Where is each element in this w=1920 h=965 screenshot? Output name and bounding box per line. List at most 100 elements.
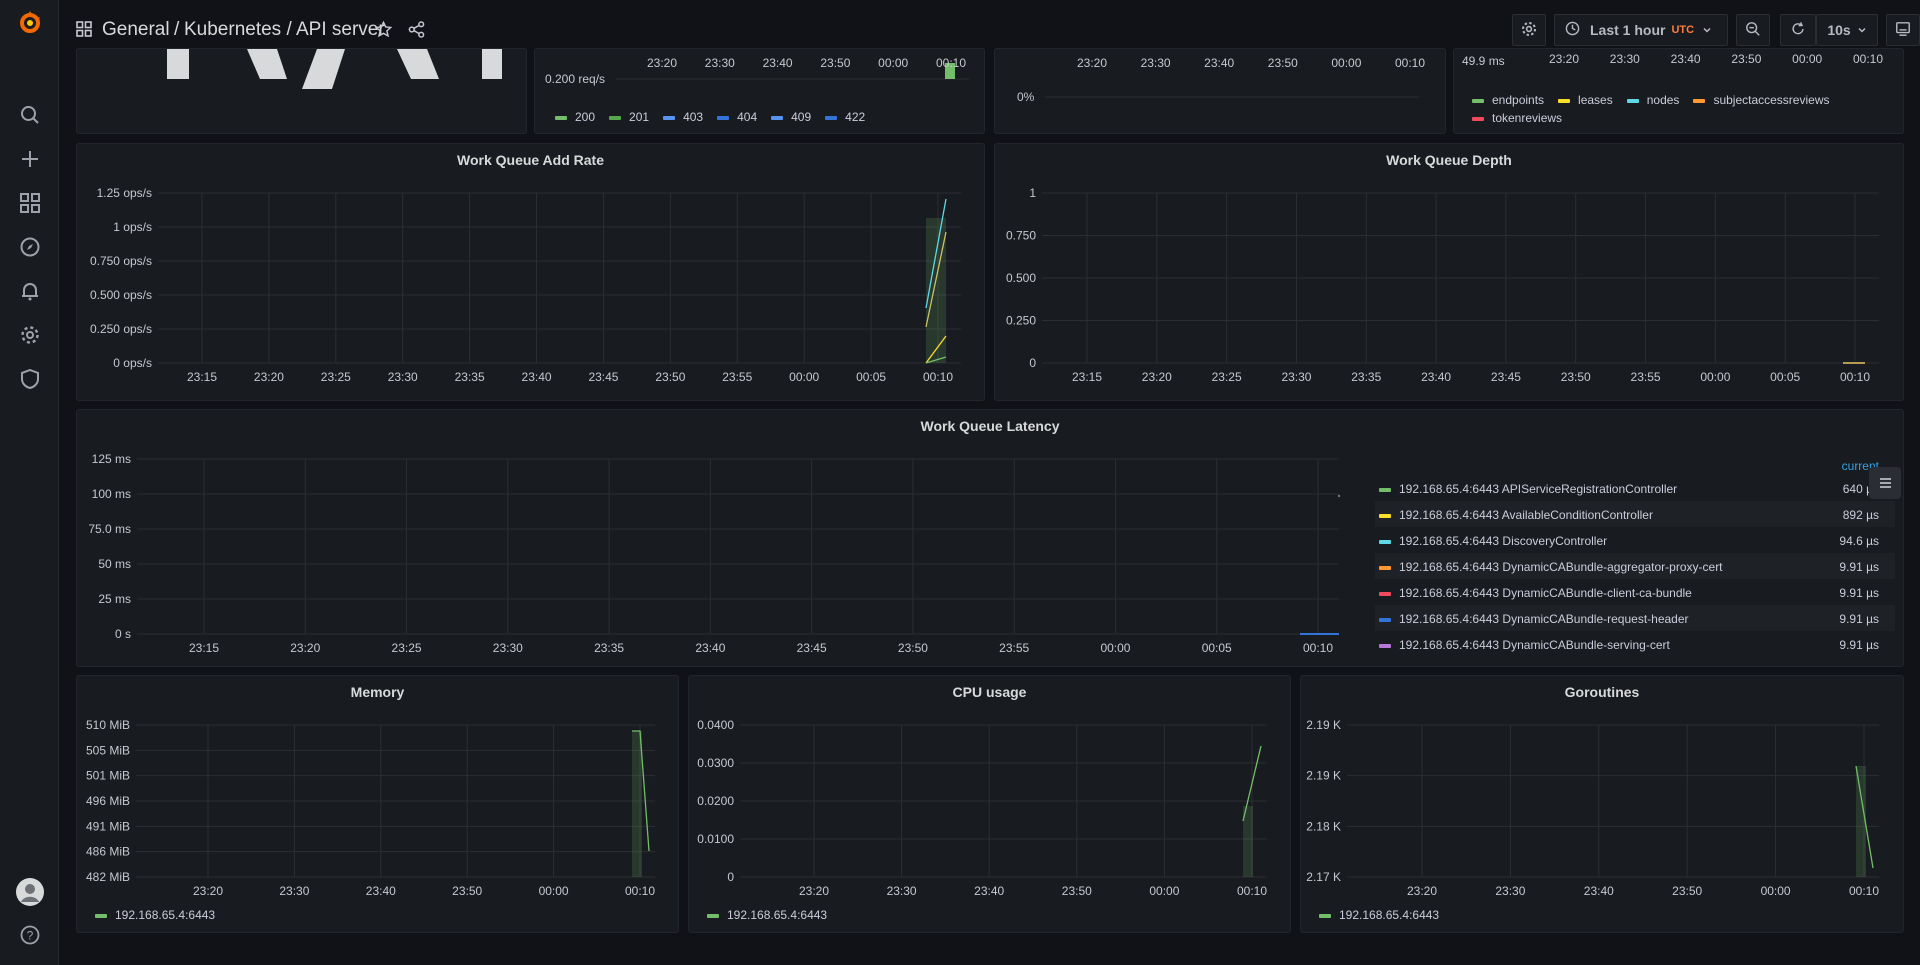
help-icon[interactable]: ?	[15, 920, 45, 950]
legend-current-value: 9.91 µs	[1839, 612, 1879, 626]
panel-latency-by-resource[interactable]: 49.9 ms 23:20 23:30 23:40 23:50 00:00 00:10 e…	[1453, 48, 1904, 134]
y-tick-label: 0.250	[1006, 314, 1036, 328]
y-tick-label: 0 ops/s	[113, 356, 152, 370]
legend-item[interactable]: leases	[1558, 91, 1613, 109]
x-tick-label: 23:40	[974, 884, 1004, 898]
y-tick-label: 0.200 req/s	[545, 72, 605, 86]
legend-item[interactable]: 404	[717, 110, 757, 124]
share-icon[interactable]	[408, 21, 425, 43]
legend-item[interactable]: endpoints	[1472, 91, 1544, 109]
legend-series-name: 192.168.65.4:6443	[115, 908, 216, 922]
dashboard-settings-button[interactable]	[1512, 14, 1546, 46]
panel-work-queue-add-rate[interactable]: Work Queue Add Rate 1.25 ops/s 1 ops/s 0.7…	[76, 143, 985, 401]
panel-memory[interactable]: Memory 510 MiB 505 MiB 501 MiB 496 MiB 491 M…	[76, 675, 679, 933]
zoom-out-icon	[1745, 21, 1761, 40]
legend-toggle-icon[interactable]	[1869, 467, 1901, 499]
refresh-interval-label: 10s	[1827, 22, 1851, 38]
x-tick-label: 23:55	[1631, 370, 1661, 384]
server-admin-shield-icon[interactable]	[15, 364, 45, 394]
legend-series-name: 422	[845, 110, 866, 124]
panel-availability-stat[interactable]	[76, 48, 527, 134]
legend-current-value: 94.6 µs	[1839, 534, 1879, 548]
legend-row[interactable]: 192.168.65.4:6443 AvailableConditionCont…	[1375, 501, 1895, 527]
legend-item[interactable]: 409	[771, 110, 811, 124]
y-tick-label: 0.500 ops/s	[90, 288, 152, 302]
legend-row[interactable]: 192.168.65.4:6443 DynamicCABundle-client…	[1375, 579, 1895, 605]
x-tick-label: 00:10	[1237, 884, 1267, 898]
legend-series-name: nodes	[1646, 93, 1680, 107]
dashboards-icon[interactable]	[15, 188, 45, 218]
panel-work-queue-latency[interactable]: Work Queue Latency 125 ms 100 ms 75.0 ms 50…	[76, 409, 1904, 667]
legend-item[interactable]: 422	[825, 110, 865, 124]
zoom-out-button[interactable]	[1736, 14, 1770, 46]
x-tick-label: 23:15	[1072, 370, 1102, 384]
y-tick-label: 1	[1029, 186, 1036, 200]
legend-row[interactable]: 192.168.65.4:6443 DynamicCABundle-aggreg…	[1375, 553, 1895, 579]
x-tick-label: 23:25	[392, 641, 422, 655]
legend-series-name: 192.168.65.4:6443 DynamicCABundle-reques…	[1399, 612, 1689, 626]
dashboard-title[interactable]: Kubernetes / API server	[184, 19, 385, 41]
legend-row[interactable]: 192.168.65.4:6443 DynamicCABundle-reques…	[1375, 605, 1895, 631]
legend-goroutines: 192.168.65.4:6443	[1319, 908, 1439, 922]
legend-row[interactable]: 192.168.65.4:6443 APIServiceRegistration…	[1375, 475, 1895, 501]
x-tick-label: 23:20	[799, 884, 829, 898]
x-tick-label: 23:40	[1671, 52, 1701, 66]
x-tick-label: 00:10	[1849, 884, 1879, 898]
cycle-view-mode-button[interactable]	[1886, 14, 1920, 46]
refresh-button[interactable]	[1780, 14, 1816, 46]
panel-work-queue-depth[interactable]: Work Queue Depth 1 0.750 0.500 0.250 0 23:15 2…	[994, 143, 1904, 401]
legend-swatch	[1693, 98, 1706, 103]
legend-swatch	[1379, 513, 1391, 518]
x-tick-label: 23:30	[887, 884, 917, 898]
legend-swatch	[825, 115, 838, 120]
legend-item[interactable]: nodes	[1626, 91, 1680, 109]
legend-series-name: 403	[683, 110, 704, 124]
grafana-logo-icon[interactable]	[15, 8, 45, 38]
refresh-icon	[1790, 21, 1806, 40]
y-tick-label: 75.0 ms	[88, 522, 131, 536]
breadcrumb-folder[interactable]: General	[102, 19, 170, 41]
explore-compass-icon[interactable]	[15, 232, 45, 262]
y-tick-label: 0%	[1017, 90, 1035, 104]
legend-series-name: 192.168.65.4:6443	[1339, 908, 1440, 922]
legend-item[interactable]: tokenreviews	[1472, 109, 1562, 127]
plus-icon[interactable]	[15, 144, 45, 174]
legend-item[interactable]: 200	[555, 110, 595, 124]
x-tick-label: 00:10	[625, 884, 655, 898]
alerting-bell-icon[interactable]	[15, 276, 45, 306]
legend-series-name: subjectaccessreviews	[1713, 93, 1830, 107]
x-tick-label: 00:05	[856, 370, 886, 384]
panel-percent[interactable]: 0% 23:20 23:30 23:40 23:50 00:00 00:10	[994, 48, 1446, 134]
legend-series-name: 192.168.65.4:6443 DynamicCABundle-client…	[1399, 586, 1692, 600]
refresh-interval-picker[interactable]: 10s	[1816, 14, 1878, 46]
y-tick-label: 0 s	[115, 627, 131, 641]
search-icon[interactable]	[15, 100, 45, 130]
side-menu: ?	[0, 0, 59, 965]
x-tick-label: 23:35	[594, 641, 624, 655]
legend-item[interactable]: 403	[663, 110, 703, 124]
legend-row[interactable]: 192.168.65.4:6443 DynamicCABundle-servin…	[1375, 631, 1895, 657]
legend-series-name: leases	[1578, 93, 1613, 107]
time-range-picker[interactable]: Last 1 hour UTC	[1554, 14, 1728, 46]
panel-requests-by-code[interactable]: 0.200 req/s 23:20 23:30 23:40 23:50 00:00 00:…	[534, 48, 985, 134]
panel-goroutines[interactable]: Goroutines 2.19 K 2.19 K 2.18 K 2.17 K 23:20…	[1300, 675, 1904, 933]
x-tick-label: 23:30	[1495, 884, 1525, 898]
legend-swatch	[555, 115, 567, 120]
user-avatar[interactable]	[15, 877, 45, 907]
legend-item[interactable]: subjectaccessreviews	[1693, 91, 1829, 109]
configuration-gear-icon[interactable]	[15, 320, 45, 350]
legend-item[interactable]: 201	[609, 110, 649, 124]
clock-icon	[1565, 21, 1580, 39]
star-icon[interactable]	[374, 20, 393, 43]
legend-row[interactable]: 192.168.65.4:6443 DiscoveryController 94.…	[1375, 527, 1895, 553]
legend-series-name: endpoints	[1492, 93, 1545, 107]
x-tick-label: 23:40	[763, 56, 793, 70]
x-tick-label: 23:50	[898, 641, 928, 655]
x-tick-label: 00:05	[1202, 641, 1232, 655]
x-tick-label: 23:20	[1407, 884, 1437, 898]
panel-cpu-usage[interactable]: CPU usage 0.0400 0.0300 0.0200 0.0100 0 23:20…	[688, 675, 1291, 933]
x-tick-label: 23:30	[1141, 56, 1171, 70]
y-tick-label: 1.25 ops/s	[97, 186, 152, 200]
y-tick-label: 50 ms	[98, 557, 131, 571]
legend-cpu: 192.168.65.4:6443	[707, 908, 827, 922]
